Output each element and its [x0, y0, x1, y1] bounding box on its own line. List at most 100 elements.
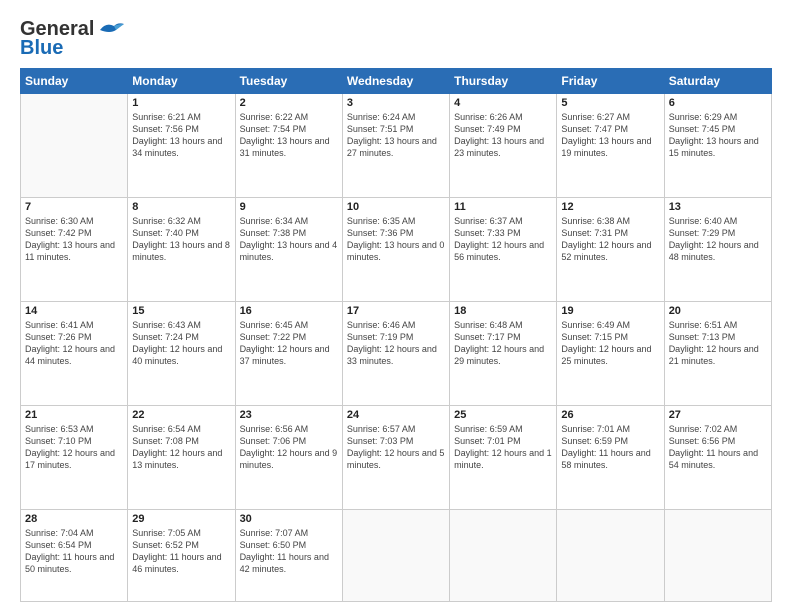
day-info: Sunrise: 6:38 AMSunset: 7:31 PMDaylight:… — [561, 215, 659, 264]
day-number: 4 — [454, 97, 552, 109]
day-info: Sunrise: 6:35 AMSunset: 7:36 PMDaylight:… — [347, 215, 445, 264]
calendar-cell: 7Sunrise: 6:30 AMSunset: 7:42 PMDaylight… — [21, 197, 128, 301]
calendar-cell — [21, 94, 128, 198]
day-number: 12 — [561, 201, 659, 213]
day-info: Sunrise: 6:56 AMSunset: 7:06 PMDaylight:… — [240, 423, 338, 472]
day-info: Sunrise: 6:51 AMSunset: 7:13 PMDaylight:… — [669, 319, 767, 368]
day-info: Sunrise: 6:37 AMSunset: 7:33 PMDaylight:… — [454, 215, 552, 264]
weekday-header: Friday — [557, 69, 664, 94]
day-number: 16 — [240, 305, 338, 317]
calendar-cell: 11 Sunrise: 6:37 AMSunset: 7:33 PMDayligh… — [450, 197, 557, 301]
day-number: 1 — [132, 97, 230, 109]
calendar-cell: 25 Sunrise: 6:59 AMSunset: 7:01 PMDayligh… — [450, 405, 557, 509]
day-number: 6 — [669, 97, 767, 109]
calendar-cell: 13Sunrise: 6:40 AMSunset: 7:29 PMDayligh… — [664, 197, 771, 301]
calendar-cell: 1 Sunrise: 6:21 AMSunset: 7:56 PMDaylight… — [128, 94, 235, 198]
day-number: 15 — [132, 305, 230, 317]
day-number: 25 — [454, 409, 552, 421]
day-number: 9 — [240, 201, 338, 213]
day-number: 30 — [240, 513, 338, 525]
day-number: 14 — [25, 305, 123, 317]
calendar-cell: 30 Sunrise: 7:07 AMSunset: 6:50 PMDayligh… — [235, 509, 342, 601]
calendar-cell: 16 Sunrise: 6:45 AMSunset: 7:22 PMDayligh… — [235, 301, 342, 405]
day-info: Sunrise: 7:02 AMSunset: 6:56 PMDaylight:… — [669, 423, 767, 472]
day-info: Sunrise: 6:41 AMSunset: 7:26 PMDaylight:… — [25, 319, 123, 368]
day-number: 26 — [561, 409, 659, 421]
weekday-header: Wednesday — [342, 69, 449, 94]
calendar-cell: 4 Sunrise: 6:26 AMSunset: 7:49 PMDaylight… — [450, 94, 557, 198]
day-info: Sunrise: 6:49 AMSunset: 7:15 PMDaylight:… — [561, 319, 659, 368]
calendar-cell — [664, 509, 771, 601]
day-number: 24 — [347, 409, 445, 421]
calendar-cell — [450, 509, 557, 601]
day-number: 27 — [669, 409, 767, 421]
calendar-cell: 3 Sunrise: 6:24 AMSunset: 7:51 PMDaylight… — [342, 94, 449, 198]
calendar-cell: 10 Sunrise: 6:35 AMSunset: 7:36 PMDayligh… — [342, 197, 449, 301]
day-number: 10 — [347, 201, 445, 213]
day-info: Sunrise: 7:01 AMSunset: 6:59 PMDaylight:… — [561, 423, 659, 472]
day-number: 18 — [454, 305, 552, 317]
day-number: 2 — [240, 97, 338, 109]
day-number: 19 — [561, 305, 659, 317]
day-number: 29 — [132, 513, 230, 525]
logo-bird-icon — [96, 20, 124, 40]
day-info: Sunrise: 6:45 AMSunset: 7:22 PMDaylight:… — [240, 319, 338, 368]
day-info: Sunrise: 7:05 AMSunset: 6:52 PMDaylight:… — [132, 527, 230, 576]
day-number: 5 — [561, 97, 659, 109]
calendar-cell: 17 Sunrise: 6:46 AMSunset: 7:19 PMDayligh… — [342, 301, 449, 405]
day-number: 17 — [347, 305, 445, 317]
weekday-header: Sunday — [21, 69, 128, 94]
logo: General Blue — [20, 18, 124, 60]
calendar-cell: 12 Sunrise: 6:38 AMSunset: 7:31 PMDayligh… — [557, 197, 664, 301]
weekday-header: Tuesday — [235, 69, 342, 94]
day-info: Sunrise: 7:07 AMSunset: 6:50 PMDaylight:… — [240, 527, 338, 576]
day-info: Sunrise: 6:40 AMSunset: 7:29 PMDaylight:… — [669, 215, 767, 264]
day-info: Sunrise: 6:26 AMSunset: 7:49 PMDaylight:… — [454, 111, 552, 160]
calendar-cell: 27 Sunrise: 7:02 AMSunset: 6:56 PMDayligh… — [664, 405, 771, 509]
day-info: Sunrise: 6:29 AMSunset: 7:45 PMDaylight:… — [669, 111, 767, 160]
calendar-cell: 15 Sunrise: 6:43 AMSunset: 7:24 PMDayligh… — [128, 301, 235, 405]
day-info: Sunrise: 6:57 AMSunset: 7:03 PMDaylight:… — [347, 423, 445, 472]
day-number: 21 — [25, 409, 123, 421]
weekday-header: Saturday — [664, 69, 771, 94]
day-number: 3 — [347, 97, 445, 109]
calendar-cell: 9 Sunrise: 6:34 AMSunset: 7:38 PMDaylight… — [235, 197, 342, 301]
day-info: Sunrise: 6:24 AMSunset: 7:51 PMDaylight:… — [347, 111, 445, 160]
day-info: Sunrise: 6:34 AMSunset: 7:38 PMDaylight:… — [240, 215, 338, 264]
weekday-header: Monday — [128, 69, 235, 94]
calendar-table: SundayMondayTuesdayWednesdayThursdayFrid… — [20, 68, 772, 602]
day-info: Sunrise: 6:46 AMSunset: 7:19 PMDaylight:… — [347, 319, 445, 368]
calendar-cell: 2 Sunrise: 6:22 AMSunset: 7:54 PMDaylight… — [235, 94, 342, 198]
day-number: 28 — [25, 513, 123, 525]
calendar-cell — [557, 509, 664, 601]
day-number: 23 — [240, 409, 338, 421]
header: General Blue — [20, 18, 772, 60]
calendar-cell: 5 Sunrise: 6:27 AMSunset: 7:47 PMDaylight… — [557, 94, 664, 198]
calendar-cell: 8Sunrise: 6:32 AMSunset: 7:40 PMDaylight… — [128, 197, 235, 301]
day-number: 22 — [132, 409, 230, 421]
day-number: 11 — [454, 201, 552, 213]
calendar-cell — [342, 509, 449, 601]
day-info: Sunrise: 6:22 AMSunset: 7:54 PMDaylight:… — [240, 111, 338, 160]
calendar-cell: 22 Sunrise: 6:54 AMSunset: 7:08 PMDayligh… — [128, 405, 235, 509]
day-info: Sunrise: 6:54 AMSunset: 7:08 PMDaylight:… — [132, 423, 230, 472]
day-info: Sunrise: 6:30 AMSunset: 7:42 PMDaylight:… — [25, 215, 123, 264]
calendar-cell: 14 Sunrise: 6:41 AMSunset: 7:26 PMDayligh… — [21, 301, 128, 405]
day-info: Sunrise: 6:27 AMSunset: 7:47 PMDaylight:… — [561, 111, 659, 160]
day-info: Sunrise: 7:04 AMSunset: 6:54 PMDaylight:… — [25, 527, 123, 576]
day-number: 8 — [132, 201, 230, 213]
calendar-cell: 21 Sunrise: 6:53 AMSunset: 7:10 PMDayligh… — [21, 405, 128, 509]
calendar-cell: 24 Sunrise: 6:57 AMSunset: 7:03 PMDayligh… — [342, 405, 449, 509]
calendar-cell: 19 Sunrise: 6:49 AMSunset: 7:15 PMDayligh… — [557, 301, 664, 405]
weekday-header: Thursday — [450, 69, 557, 94]
calendar-cell: 28 Sunrise: 7:04 AMSunset: 6:54 PMDayligh… — [21, 509, 128, 601]
calendar-cell: 29 Sunrise: 7:05 AMSunset: 6:52 PMDayligh… — [128, 509, 235, 601]
day-info: Sunrise: 6:53 AMSunset: 7:10 PMDaylight:… — [25, 423, 123, 472]
day-info: Sunrise: 6:21 AMSunset: 7:56 PMDaylight:… — [132, 111, 230, 160]
calendar-cell: 6 Sunrise: 6:29 AMSunset: 7:45 PMDaylight… — [664, 94, 771, 198]
day-number: 20 — [669, 305, 767, 317]
calendar-cell: 23 Sunrise: 6:56 AMSunset: 7:06 PMDayligh… — [235, 405, 342, 509]
day-info: Sunrise: 6:59 AMSunset: 7:01 PMDaylight:… — [454, 423, 552, 472]
page: General Blue SundayMondayTuesdayWednesda… — [0, 0, 792, 612]
day-info: Sunrise: 6:43 AMSunset: 7:24 PMDaylight:… — [132, 319, 230, 368]
